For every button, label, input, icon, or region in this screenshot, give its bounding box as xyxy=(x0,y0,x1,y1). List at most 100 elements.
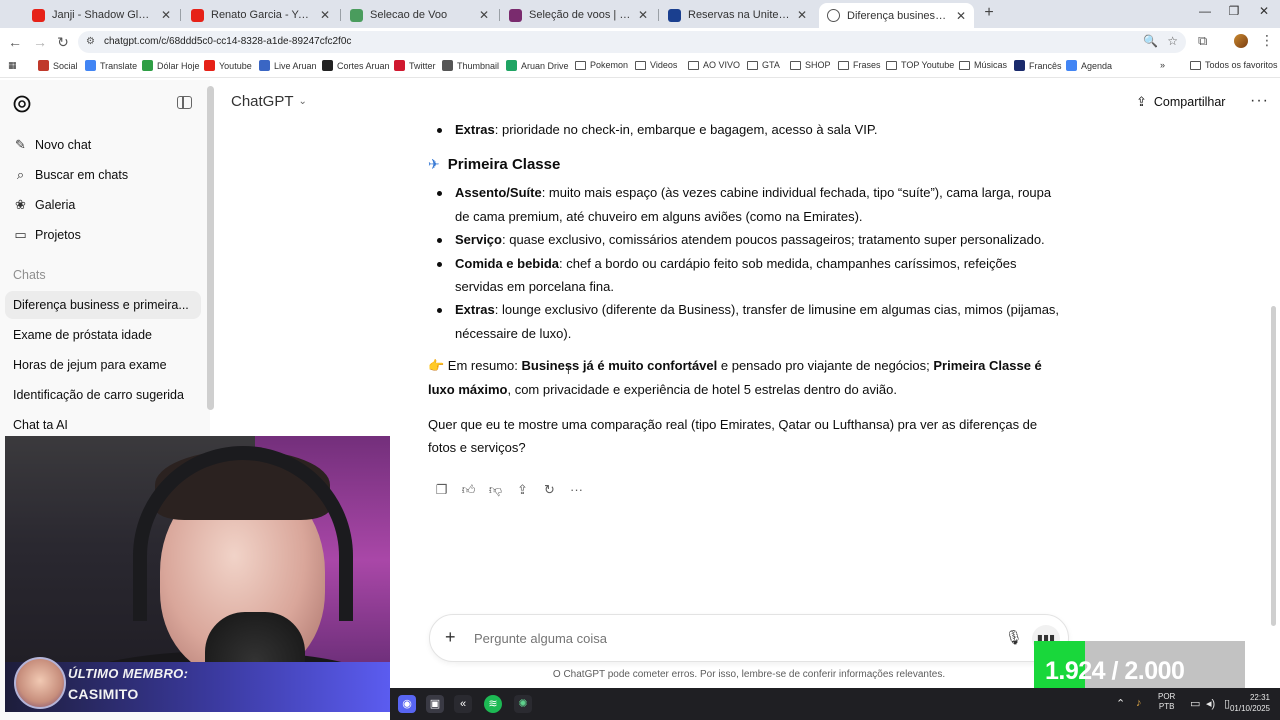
spotify-icon[interactable]: ≋ xyxy=(484,695,502,713)
sidebar-chat-item[interactable]: Exame de próstata idade xyxy=(5,321,201,349)
bookmark-item[interactable]: Thumbnail xyxy=(442,60,499,71)
chevron-right-icon[interactable]: » xyxy=(1160,60,1165,70)
sidebar-chat-item[interactable]: Identificação de carro sugerida xyxy=(5,381,201,409)
capcut-icon[interactable]: « xyxy=(454,695,472,713)
address-bar[interactable]: ⚙ chatgpt.com/c/68ddd5c0-cc14-8328-a1de-… xyxy=(78,31,1186,53)
folder-icon xyxy=(790,60,801,70)
sidebar-chat-item[interactable]: Horas de jejum para exame xyxy=(5,351,201,379)
bookmark-item[interactable]: AO VIVO xyxy=(688,60,740,70)
tab-separator xyxy=(658,9,659,21)
thumbs-up-icon[interactable]: 👍︎ xyxy=(455,482,482,498)
sidebar-toggle-icon[interactable] xyxy=(177,96,192,109)
microphone-icon[interactable]: 🎙︎ xyxy=(1005,629,1023,646)
bullet-label: Assento/Suíte xyxy=(455,185,542,201)
close-icon[interactable]: ✕ xyxy=(950,9,966,23)
bookmark-item[interactable]: Músicas xyxy=(959,60,1007,70)
all-bookmarks[interactable]: Todos os favoritos xyxy=(1190,60,1278,70)
tab-separator xyxy=(180,9,181,21)
bookmark-item[interactable]: TOP Youtube xyxy=(886,60,954,70)
site-info-icon[interactable]: ⚙ xyxy=(86,36,98,48)
apps-icon[interactable]: ▦ xyxy=(8,60,17,71)
browser-tab-active[interactable]: Diferença business e primeira c ✕ xyxy=(819,3,974,28)
bookmark-item[interactable]: GTA xyxy=(747,60,780,70)
window-close-icon[interactable]: ✕ xyxy=(1254,4,1274,18)
url-text[interactable]: chatgpt.com/c/68ddd5c0-cc14-8328-a1de-89… xyxy=(104,36,351,47)
more-options-icon[interactable]: ··· xyxy=(1250,92,1269,110)
prompt-input[interactable] xyxy=(474,631,974,646)
sidebar-chat-item-active[interactable]: Diferença business e primeira... xyxy=(5,291,201,319)
thumbs-down-icon[interactable]: 👎︎ xyxy=(482,482,509,498)
bookmark-item[interactable]: Translate xyxy=(85,60,137,71)
volume-icon[interactable]: ◂) xyxy=(1206,697,1215,710)
sidebar-scrollbar[interactable] xyxy=(207,86,214,410)
regenerate-icon[interactable]: ↻ xyxy=(536,482,563,498)
bookmark-item[interactable]: Francês xyxy=(1014,60,1062,71)
close-icon[interactable]: ✕ xyxy=(155,8,171,22)
extensions-icon[interactable]: ⧉ xyxy=(1198,33,1207,49)
bookmark-item[interactable]: Frases xyxy=(838,60,881,70)
keyboard-language[interactable]: POR PTB xyxy=(1158,692,1175,712)
browser-menu-icon[interactable]: ⋮ xyxy=(1260,32,1274,49)
close-icon[interactable]: ✕ xyxy=(473,8,489,22)
back-icon[interactable]: ← xyxy=(6,33,24,51)
restore-icon[interactable]: ❐ xyxy=(1224,4,1244,18)
discord-icon[interactable]: ◉ xyxy=(398,695,416,713)
browser-tab[interactable]: Selecao de Voo ✕ xyxy=(342,4,497,26)
tray-chevron-icon[interactable]: ⌃ xyxy=(1116,697,1125,710)
sidebar-item-search[interactable]: ⌕ Buscar em chats xyxy=(13,165,128,185)
system-clock[interactable]: 22:31 01/10/2025 xyxy=(1224,692,1270,714)
more-icon[interactable]: ··· xyxy=(563,482,590,498)
chats-section-title: Chats xyxy=(13,268,46,282)
tab-label: Janji - Shadow Glow | House | N xyxy=(52,9,155,21)
share-button[interactable]: ⇪ Compartilhar xyxy=(1136,94,1225,110)
bookmark-item[interactable]: Social xyxy=(38,60,78,71)
youtube-icon xyxy=(204,60,215,71)
close-icon[interactable]: ✕ xyxy=(791,8,807,22)
bookmark-item[interactable]: SHOP xyxy=(790,60,831,70)
bookmark-icon xyxy=(259,60,270,71)
copy-icon[interactable]: ❐ xyxy=(428,482,455,498)
share-icon[interactable]: ⇪ xyxy=(509,482,536,498)
bookmark-item[interactable]: Videos xyxy=(635,60,677,70)
bookmark-item[interactable]: Live Aruan xyxy=(259,60,317,71)
minimize-icon[interactable]: — xyxy=(1195,4,1215,18)
share-label: Compartilhar xyxy=(1153,95,1226,109)
tab-label: Reservas na United Airlines – Re xyxy=(688,9,791,21)
reload-icon[interactable]: ↻ xyxy=(54,33,72,51)
bookmark-item[interactable]: Youtube xyxy=(204,60,252,71)
plus-icon[interactable]: + xyxy=(445,627,456,648)
tab-separator xyxy=(340,9,341,21)
zoom-icon[interactable]: 🔍 xyxy=(1143,34,1158,48)
camera-icon[interactable]: ▣ xyxy=(426,695,444,713)
forward-icon[interactable]: → xyxy=(31,33,49,51)
openai-logo-icon[interactable] xyxy=(12,94,32,114)
bookmark-item[interactable]: Aruan Drive xyxy=(506,60,569,71)
gallery-icon: ❀ xyxy=(15,197,26,212)
sidebar-item-new-chat[interactable]: ✎ Novo chat xyxy=(13,135,91,155)
new-tab-button[interactable]: + xyxy=(980,4,998,22)
close-icon[interactable]: ✕ xyxy=(632,8,648,22)
close-icon[interactable]: ✕ xyxy=(314,8,330,22)
sidebar-item-gallery[interactable]: ❀ Galeria xyxy=(13,195,75,215)
browser-tab[interactable]: Renato Garcia - YouTube ✕ xyxy=(183,4,338,26)
browser-tab[interactable]: Janji - Shadow Glow | House | N ✕ xyxy=(24,4,179,26)
bullet-label: Serviço xyxy=(455,232,502,248)
browser-tab[interactable]: Reservas na United Airlines – Re ✕ xyxy=(660,4,815,26)
sidebar-chat-item[interactable]: Chat ta AI xyxy=(5,411,201,439)
bookmark-star-icon[interactable]: ☆ xyxy=(1167,34,1178,48)
profile-avatar[interactable] xyxy=(1234,34,1248,48)
bookmark-item[interactable]: Agenda xyxy=(1066,60,1112,71)
bookmark-item[interactable]: Twitter xyxy=(394,60,436,71)
member-banner-name: CASIMITO xyxy=(68,686,139,702)
network-icon[interactable]: ▭ xyxy=(1190,697,1200,710)
tray-mic-icon[interactable]: ♪ xyxy=(1136,697,1142,709)
bookmark-item[interactable]: Cortes Aruan xyxy=(322,60,390,71)
main-scrollbar[interactable] xyxy=(1271,306,1276,626)
tab-label: Renato Garcia - YouTube xyxy=(211,9,314,21)
browser-tab[interactable]: Seleção de voos | LATAM Airlin ✕ xyxy=(501,4,656,26)
bookmark-item[interactable]: Dólar Hoje xyxy=(142,60,200,71)
sidebar-item-projects[interactable]: ▭ Projetos xyxy=(13,225,81,245)
chatgpt-app-icon[interactable]: ✺ xyxy=(514,695,532,713)
model-selector[interactable]: ChatGPT ⌄ xyxy=(231,93,307,110)
bookmark-item[interactable]: Pokemon xyxy=(575,60,628,70)
